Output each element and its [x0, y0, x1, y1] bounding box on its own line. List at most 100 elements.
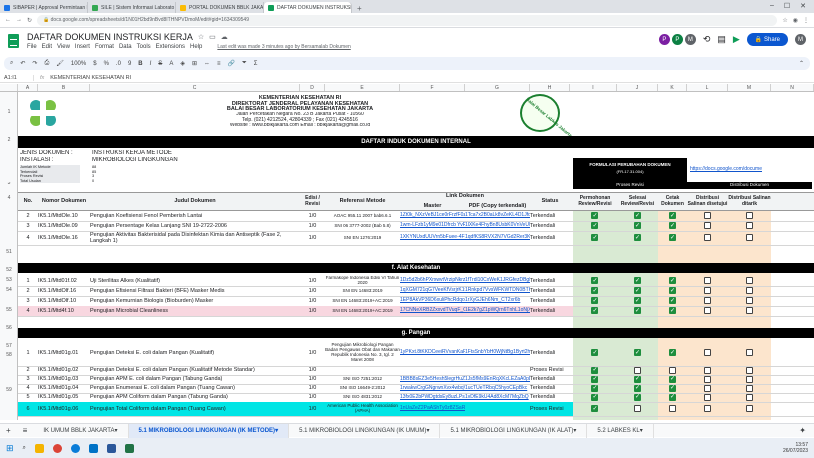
spreadsheet-grid[interactable]: A B C D E F G H I J K L M N 1 2 3 4 51 52 53 54 55 56 57 58 59 KEME… [0, 84, 814, 420]
row-header[interactable]: 56 [0, 316, 18, 342]
cell-status[interactable]: Terkendali [530, 375, 570, 384]
status-checkbox[interactable] [591, 297, 598, 304]
sheet-tab-dropdown-icon[interactable]: ▾ [426, 427, 429, 434]
status-checkbox[interactable] [633, 287, 641, 294]
header-master[interactable]: Master [400, 201, 465, 211]
status-checkbox[interactable] [591, 384, 598, 392]
status-checkbox[interactable] [668, 366, 676, 374]
status-checkbox[interactable] [591, 287, 598, 294]
cell-edisi[interactable]: 1/0 [300, 306, 325, 316]
cell-no[interactable]: 3 [18, 375, 38, 384]
cell-judul[interactable]: Pengujian APM E. coli dalam Pangan (Tabu… [90, 375, 300, 384]
cell-no[interactable]: 6 [18, 402, 38, 416]
header-status[interactable]: Status [530, 192, 570, 211]
distribusi-label[interactable]: Distribusi Dokumen [687, 182, 812, 189]
row-header[interactable]: 58 [0, 351, 18, 360]
chrome-icon[interactable] [52, 443, 62, 453]
status-checkbox[interactable] [633, 393, 641, 401]
header-checkbox-col[interactable]: Permohonan Review/Revisi [573, 192, 617, 211]
column-header[interactable]: F [400, 84, 465, 91]
cell-master-link[interactable]: 1EP8AkVP36D6xuliPhcRdqoPo_TDnqPuXPZk [400, 296, 465, 306]
sheet-tab[interactable]: 5.1 MIKROBIOLOGI LINGKUNGAN (IK UMUM) ▾ [289, 423, 441, 438]
word-icon[interactable] [106, 443, 116, 453]
status-checkbox[interactable] [668, 349, 676, 356]
cell-edisi[interactable]: 1/0 [300, 231, 325, 245]
cell-edisi[interactable]: 1/0 [300, 340, 325, 366]
cell-nomor[interactable]: IK5.1/Mtd01g.03 [38, 375, 90, 384]
row-header[interactable]: 52 [0, 266, 18, 276]
cell-nomor[interactable]: IK5.1/Mtd01g.06 [38, 402, 90, 416]
cell-pdf-link[interactable]: 1fTrdl10CxWeK1JRGfezDBgMtk [465, 276, 530, 286]
move-folder-icon[interactable]: ▭ [209, 33, 216, 41]
cell-no[interactable]: 4 [18, 306, 38, 316]
cell-pdf-link[interactable] [465, 402, 530, 416]
cell-nomor[interactable]: IK5.1/Mtd01g.05 [38, 393, 90, 402]
cell-pdf-link[interactable]: 1Js5fMs9EnRqXKcLEZaA0pDy [465, 375, 530, 384]
header-checkbox-col[interactable]: Selesai Review/Revisi [617, 192, 658, 211]
borders-icon[interactable]: ⊞ [192, 60, 197, 67]
status-checkbox[interactable] [745, 384, 753, 392]
menu-item-edit[interactable]: Edit [42, 44, 52, 50]
menu-item-help[interactable]: Help [190, 44, 202, 50]
align-icon[interactable]: ≡ [217, 61, 221, 67]
menu-item-extensions[interactable]: Extensions [156, 44, 185, 50]
status-checkbox[interactable] [745, 212, 753, 219]
letterhead-line[interactable]: Website : www.bblkjakarta.com Email : bb… [150, 123, 450, 129]
menu-item-data[interactable]: Data [119, 44, 132, 50]
status-checkbox[interactable] [633, 405, 641, 412]
status-checkbox[interactable] [633, 375, 641, 383]
installation-value[interactable]: MIKROBIOLOGI LINGKUNGAN [92, 157, 232, 164]
print-icon[interactable]: ⎙ [44, 60, 49, 67]
cell-ref[interactable]: SNI 06 3777-2002 (Bab 5.8) [325, 221, 400, 231]
column-header[interactable]: K [658, 84, 687, 91]
cell-nomor[interactable]: IK5.1/Mtd01f.02 [38, 276, 90, 286]
cell-judul[interactable]: Pengujian Persentage Kelas Lanjang SNI 1… [90, 221, 300, 231]
link-icon[interactable]: 🔗 [228, 60, 235, 67]
cell-edisi[interactable]: 1/0 [300, 402, 325, 416]
cell-master-link[interactable]: 1yPKxt.8tKKDCeeiRVvanKaRcmD_9f3rnOQyl [400, 340, 465, 366]
italic-icon[interactable]: I [150, 61, 152, 67]
collaborator-avatar[interactable]: P [658, 34, 670, 45]
taskbar-search-icon[interactable]: ⌕ [23, 445, 26, 452]
row-header[interactable]: 51 [0, 239, 18, 266]
status-checkbox[interactable] [668, 297, 676, 304]
currency-icon[interactable]: $ [93, 61, 96, 67]
select-all-corner[interactable] [0, 84, 18, 91]
cell-status[interactable]: Terkendali [530, 221, 570, 231]
cell-nomor[interactable]: IK5.1/Mtd01g.04 [38, 384, 90, 393]
cell-judul[interactable]: Pengujian Total Coliform dalam Pangan (T… [90, 402, 300, 416]
status-checkbox[interactable] [745, 234, 753, 241]
fill-color-icon[interactable]: ◈ [180, 60, 185, 67]
windows-start-icon[interactable]: ⊞ [6, 443, 14, 454]
cell-judul[interactable]: Pengujian APM Coliform dalam Pangan (Tab… [90, 393, 300, 402]
status-checkbox[interactable] [633, 277, 641, 284]
cell-status[interactable]: Terkendali [530, 211, 570, 221]
forward-icon[interactable]: → [16, 17, 22, 23]
reload-icon[interactable]: ↻ [27, 17, 32, 24]
cell-nomor[interactable]: IK5.1/Mtd01g.02 [38, 366, 90, 375]
cell-no[interactable]: 3 [18, 221, 38, 231]
edge-icon[interactable] [70, 443, 80, 453]
cell-ref[interactable]: SNI ISO 16649-2:2012 [325, 384, 400, 393]
status-checkbox[interactable] [668, 212, 676, 219]
header-link[interactable]: Link Dokumen [400, 192, 530, 201]
cell-edisi[interactable]: 1/0 [300, 384, 325, 393]
status-checkbox[interactable] [703, 287, 711, 294]
cell-ref[interactable]: SNI ISO 4831:2012 [325, 393, 400, 402]
file-explorer-icon[interactable] [34, 443, 44, 453]
comment-icon[interactable]: ▤ [717, 34, 726, 45]
cell-ref[interactable]: SNI EN 14683:2019 [325, 286, 400, 296]
percent-icon[interactable]: % [104, 61, 109, 67]
cell-pdf-link[interactable]: 1Rnkpd7VvsWFKWTDN0BTK [465, 286, 530, 296]
cell-edisi[interactable]: 1/0 [300, 375, 325, 384]
document-title[interactable]: DAFTAR DOKUMEN INSTRUKSI KERJA [27, 32, 193, 42]
share-button[interactable]: 🔒 Share [746, 33, 788, 46]
row-header[interactable]: 1 [0, 92, 18, 134]
status-checkbox[interactable] [591, 393, 598, 401]
sheet-tab[interactable]: IK UMUM BBLK JAKARTA ▾ [33, 423, 129, 438]
status-checkbox[interactable] [633, 349, 641, 356]
cell-pdf-link[interactable]: 1rXyGJEh6Nm_CT2xr6b [465, 296, 530, 306]
collaborator-avatar[interactable]: M [684, 34, 696, 45]
cell-no[interactable]: 4 [18, 384, 38, 393]
cell-master-link[interactable]: 13fx0E2bPWDgtdsEy8uzLPszdaPEaPFRE4D8h [400, 393, 465, 402]
